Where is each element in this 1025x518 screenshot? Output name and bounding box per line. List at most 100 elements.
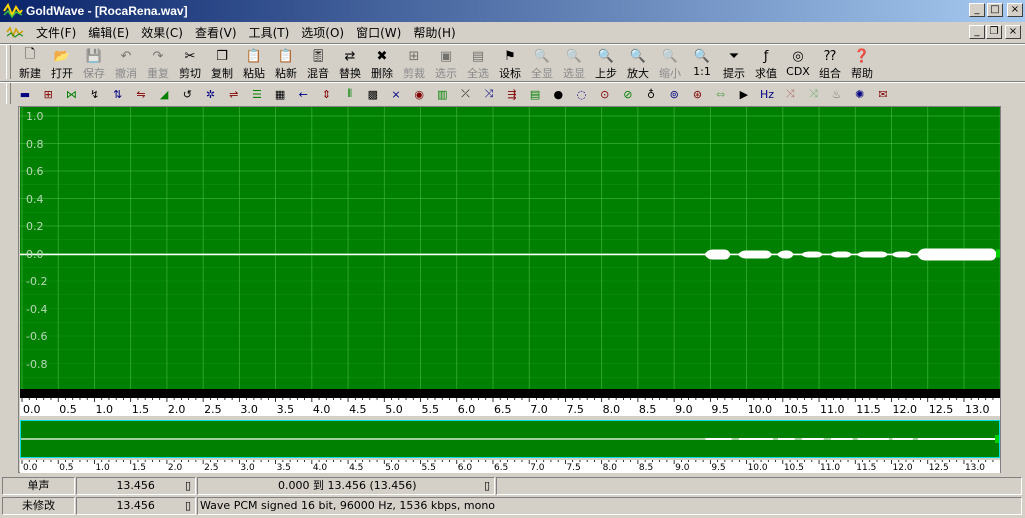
effect-button-icon[interactable]: ▤ <box>524 84 546 104</box>
maximize-button[interactable]: □ <box>987 3 1003 17</box>
effect-button-icon[interactable]: ⇅ <box>107 84 129 104</box>
overview-segment <box>857 438 889 440</box>
toolbar-button-select-view[interactable]: ▣ 选示 <box>430 45 462 81</box>
toolbar-button-new-file[interactable]: 🗋 新建 <box>14 45 46 81</box>
toolbar-button-paste-new[interactable]: 📋 粘新 <box>270 45 302 81</box>
toolbar-button-cd-extract[interactable]: ◎ CDX <box>782 45 814 81</box>
minimize-button[interactable]: _ <box>969 3 985 17</box>
menu-tools[interactable]: 工具(T) <box>243 24 296 41</box>
menu-options[interactable]: 选项(O) <box>295 24 350 41</box>
ruler-label: 10.0 <box>748 403 773 416</box>
toolbar-button-set-marker[interactable]: ⚑ 设标 <box>494 45 526 81</box>
toolbar-button-scissors[interactable]: ✂ 剪切 <box>174 45 206 81</box>
toolbar-button-zoom-selection[interactable]: 🔍 选显 <box>558 45 590 81</box>
overview-waveform[interactable] <box>20 420 1000 458</box>
effect-button-icon[interactable]: ⊙ <box>594 84 616 104</box>
effect-button-icon[interactable]: ⇶ <box>501 84 523 104</box>
waveform-segment <box>916 248 997 261</box>
effect-button-icon[interactable]: ♁ <box>640 84 662 104</box>
effect-button-icon[interactable]: ⇔ <box>710 84 732 104</box>
effect-button-icon[interactable]: ⊞ <box>37 84 59 104</box>
effect-button-icon[interactable]: ✲ <box>200 84 222 104</box>
toolbar-button-zoom-1to1[interactable]: 🔍 1:1 <box>686 45 718 81</box>
ruler-label: 2.5 <box>204 463 218 473</box>
doc-restore-button[interactable]: ❐ <box>986 25 1002 39</box>
menu-file[interactable]: 文件(F) <box>30 24 82 41</box>
close-button[interactable]: × <box>1007 3 1023 17</box>
toolbar-button-zoom-previous[interactable]: 🔍 上步 <box>590 45 622 81</box>
effect-button-icon[interactable]: ⤨ <box>802 84 824 104</box>
effect-button-icon[interactable]: ↯ <box>84 84 106 104</box>
waveform-view[interactable]: 1.0 0.8 0.6 0.4 0.2 0.0 -0.2 -0.4 -0.6 -0.8 <box>20 107 1000 389</box>
effect-button-icon[interactable]: ⫴ <box>339 84 361 104</box>
effect-button-icon[interactable]: ← <box>292 84 314 104</box>
toolbar-button-zoom-out[interactable]: 🔍 缩小 <box>654 45 686 81</box>
amplitude-label: 0.8 <box>26 137 44 151</box>
effect-button-icon[interactable]: ⤨ <box>478 84 500 104</box>
toolbar-button-redo[interactable]: ↷ 重复 <box>142 45 174 81</box>
toolbar-button-save-disk[interactable]: 💾 保存 <box>78 45 110 81</box>
toolbar-grip[interactable] <box>6 45 11 79</box>
toolbar-button-zoom-in[interactable]: 🔍 放大 <box>622 45 654 81</box>
toolbar-button-expression[interactable]: ƒ 求值 <box>750 45 782 81</box>
toolbar-button-replace[interactable]: ⇄ 替换 <box>334 45 366 81</box>
toolbar-button-delete[interactable]: ✖ 删除 <box>366 45 398 81</box>
effect-button-icon[interactable]: ◌ <box>571 84 593 104</box>
menu-edit[interactable]: 编辑(E) <box>82 24 135 41</box>
toolbar-button-mix[interactable]: 🎚 混音 <box>302 45 334 81</box>
menu-help[interactable]: 帮助(H) <box>407 24 461 41</box>
effect-button-icon[interactable]: ◉ <box>408 84 430 104</box>
toolbar-button-open-folder[interactable]: 📂 打开 <box>46 45 78 81</box>
overview-segment <box>705 438 732 440</box>
effect-button-icon[interactable]: ▩ <box>362 84 384 104</box>
effect-button-icon[interactable]: ⨯ <box>385 84 407 104</box>
effects-toolbar-grip[interactable] <box>6 83 11 104</box>
effect-button-icon[interactable]: ⇋ <box>130 84 152 104</box>
effect-button-icon[interactable]: ⊚ <box>663 84 685 104</box>
effects-toolbar: ▬ ⊞ ⋈ ↯ ⇅ ⇋ ◢ ↺ ✲ ⇌ ☰ ▦ ← ⇕ ⫴ ▩ ⨯ ◉ ▥ ⤫ ⤨ ⇶ ▤ ● ◌ ⊙ ⊘ ♁ ⊚ ⊛ ⇔ ▶ Hz ⤨ ⤨ ♨ ✺ ✉ <box>14 83 895 105</box>
effect-button-icon[interactable]: ☰ <box>246 84 268 104</box>
effect-button-icon[interactable]: ▶ <box>733 84 755 104</box>
effect-button-icon[interactable]: ▦ <box>269 84 291 104</box>
doc-minimize-button[interactable]: _ <box>969 25 985 39</box>
effect-button-icon[interactable]: Hz <box>756 84 778 104</box>
time-ruler[interactable]: 0.0 0.5 1.0 1.5 2.0 2.5 3.0 3.5 4.0 4.5 5.0 5.5 6.0 6… <box>20 398 1000 416</box>
effect-button-icon[interactable]: ✺ <box>849 84 871 104</box>
waveform-graph[interactable] <box>20 107 1000 389</box>
toolbar-button-show-all[interactable]: 🔍 全显 <box>526 45 558 81</box>
effect-button-icon[interactable]: ⤨ <box>779 84 801 104</box>
effect-button-icon[interactable]: ♨ <box>826 84 848 104</box>
effect-button-icon[interactable]: ↺ <box>176 84 198 104</box>
effect-button-icon[interactable]: ⇌ <box>223 84 245 104</box>
doc-close-button[interactable]: × <box>1005 25 1021 39</box>
selection-bar[interactable] <box>20 389 1000 398</box>
menu-window[interactable]: 窗口(W) <box>350 24 407 41</box>
ruler-label: 10.5 <box>784 403 809 416</box>
effect-button-icon[interactable]: ◢ <box>153 84 175 104</box>
document-wave-icon[interactable] <box>6 25 24 39</box>
zoom-selection-icon: 🔍 <box>565 48 583 64</box>
effect-button-icon[interactable]: ▥ <box>431 84 453 104</box>
waveform-segment <box>737 250 772 259</box>
format-status: Wave PCM signed 16 bit, 96000 Hz, 1536 k… <box>197 497 1022 515</box>
effect-button-icon[interactable]: ▬ <box>14 84 36 104</box>
effect-button-icon[interactable]: ⇕ <box>315 84 337 104</box>
effect-button-icon[interactable]: ● <box>547 84 569 104</box>
effect-button-icon[interactable]: ⤫ <box>455 84 477 104</box>
menu-effects[interactable]: 效果(C) <box>135 24 189 41</box>
effect-button-icon[interactable]: ⊛ <box>686 84 708 104</box>
toolbar-button-copy[interactable]: ❐ 复制 <box>206 45 238 81</box>
window-controls: _ □ × <box>969 3 1023 17</box>
toolbar-button-cue-points[interactable]: ⏷ 提示 <box>718 45 750 81</box>
toolbar-button-trim[interactable]: ⊞ 剪裁 <box>398 45 430 81</box>
toolbar-button-select-all[interactable]: ▤ 全选 <box>462 45 494 81</box>
toolbar-button-paste[interactable]: 📋 粘贴 <box>238 45 270 81</box>
menu-view[interactable]: 查看(V) <box>189 24 243 41</box>
toolbar-button-batch[interactable]: ⁇ 组合 <box>814 45 846 81</box>
effect-button-icon[interactable]: ⋈ <box>60 84 82 104</box>
effect-button-icon[interactable]: ✉ <box>872 84 894 104</box>
toolbar-button-help[interactable]: ❓ 帮助 <box>846 45 878 81</box>
effect-button-icon[interactable]: ⊘ <box>617 84 639 104</box>
toolbar-button-undo[interactable]: ↶ 撤消 <box>110 45 142 81</box>
toolbar-button-label: 重复 <box>147 67 169 80</box>
